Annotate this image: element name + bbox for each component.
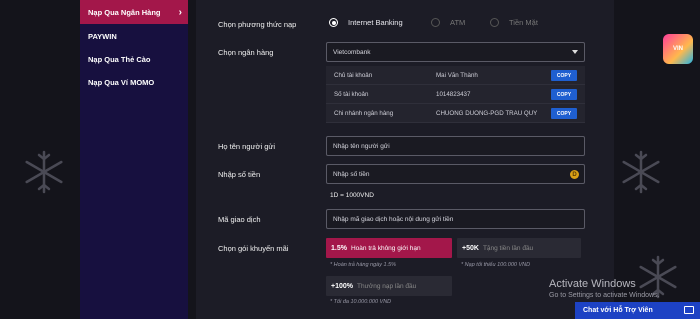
bank-detail-key: Chủ tài khoản [334,71,373,79]
code-label: Mã giao dịch [218,215,261,224]
promo-value: +100% [331,282,353,290]
radio-indicator [490,18,499,27]
radio-label: Tiền Mặt [509,18,538,27]
transaction-code-placeholder: Nhập mã giao dịch hoặc nội dung gửi tiền [333,215,454,223]
promo-note: * Nạp tối thiểu 100.000 VND [461,262,531,268]
method-atm-radio[interactable]: ATM [431,18,465,27]
rate-text: 1D = 1000VND [330,192,374,199]
sender-name-input[interactable]: Nhập tên người gửi [326,136,585,156]
radio-indicator [329,18,338,27]
caret-down-icon [572,50,578,54]
copy-account-name-button[interactable]: COPY [551,70,577,81]
app-logo[interactable]: VIN [663,34,693,64]
activation-watermark-title: Activate Windows [549,278,636,290]
radio-label: ATM [450,18,466,27]
promo-text: Tặng tiền lần đầu [482,244,534,252]
copy-branch-button[interactable]: COPY [551,108,577,119]
promo-value: +50K [462,244,479,252]
table-row: Chi nhánh ngân hàng CHUONG DUONG-PGD TRA… [326,104,585,123]
sidebar-item-label: Nạp Qua Thẻ Cào [88,54,151,64]
coin-icon: D [570,170,579,179]
promo-note: * Hoàn trả hàng ngày 1.5% [330,262,397,268]
transaction-code-input[interactable]: Nhập mã giao dịch hoặc nội dung gửi tiền [326,209,585,229]
chat-support-button[interactable]: Chat với Hỗ Trợ Viên [575,302,700,319]
promo-note: * Tối đa 10.000.000 VND [330,299,392,305]
sender-name-placeholder: Nhập tên người gửi [333,142,390,150]
sidebar-item-label: Nạp Qua Ví MOMO [88,77,155,87]
method-cash-radio[interactable]: Tiền Mặt [490,18,538,27]
chevron-right-icon: › [178,6,182,18]
bank-label: Chọn ngân hàng [218,48,274,57]
sidebar-item-label: PAYWIN [88,31,117,41]
sender-label: Họ tên người gửi [218,142,276,151]
method-label: Chọn phương thức nạp [218,20,297,29]
promo-label: Chọn gói khuyến mãi [218,244,289,253]
sidebar: Nạp Qua Ngân Hàng › PAYWIN Nạp Qua Thẻ C… [80,0,188,319]
sidebar-item-label: Nạp Qua Ngân Hàng [88,7,161,17]
snowflake-icon [622,150,660,194]
promo-cashback-option[interactable]: 1.5% Hoàn trả không giới hạn [326,238,452,258]
sidebar-item-momo[interactable]: Nạp Qua Ví MOMO [80,71,188,93]
bank-details-table: Chủ tài khoản Mai Văn Thành COPY Số tài … [326,66,585,123]
promo-text: Thưởng nạp lần đầu [357,282,417,290]
bank-select[interactable]: Vietcombank [326,42,585,62]
copy-account-number-button[interactable]: COPY [551,89,577,100]
promo-text: Hoàn trả không giới hạn [350,244,421,252]
promo-value: 1.5% [331,244,347,252]
radio-indicator [431,18,440,27]
logo-text: VIN [672,46,683,52]
sidebar-item-bank[interactable]: Nạp Qua Ngân Hàng › [80,0,188,24]
radio-label: Internet Banking [348,18,403,27]
table-row: Số tài khoản 1014823437 COPY [326,85,585,104]
amount-input[interactable]: Nhập số tiền D [326,164,585,184]
amount-placeholder: Nhập số tiền [333,170,370,178]
promo-first-bonus-option[interactable]: +50K Tặng tiền lần đầu [457,238,581,258]
promo-first-deposit-option[interactable]: +100% Thưởng nạp lần đầu [326,276,452,296]
bank-detail-key: Số tài khoản [334,90,369,98]
sidebar-item-paywin[interactable]: PAYWIN [80,25,188,47]
sidebar-item-card[interactable]: Nạp Qua Thẻ Cào [80,48,188,70]
activation-watermark-subtitle: Go to Settings to activate Windows. [549,292,660,299]
bank-select-value: Vietcombank [333,48,371,56]
chat-icon [684,306,694,314]
bank-detail-key: Chi nhánh ngân hàng [334,109,394,117]
chat-support-label: Chat với Hỗ Trợ Viên [583,307,653,314]
table-row: Chủ tài khoản Mai Văn Thành COPY [326,66,585,85]
snowflake-icon [25,150,63,194]
method-internet-banking-radio[interactable]: Internet Banking [329,18,403,27]
amount-label: Nhập số tiền [218,170,261,179]
